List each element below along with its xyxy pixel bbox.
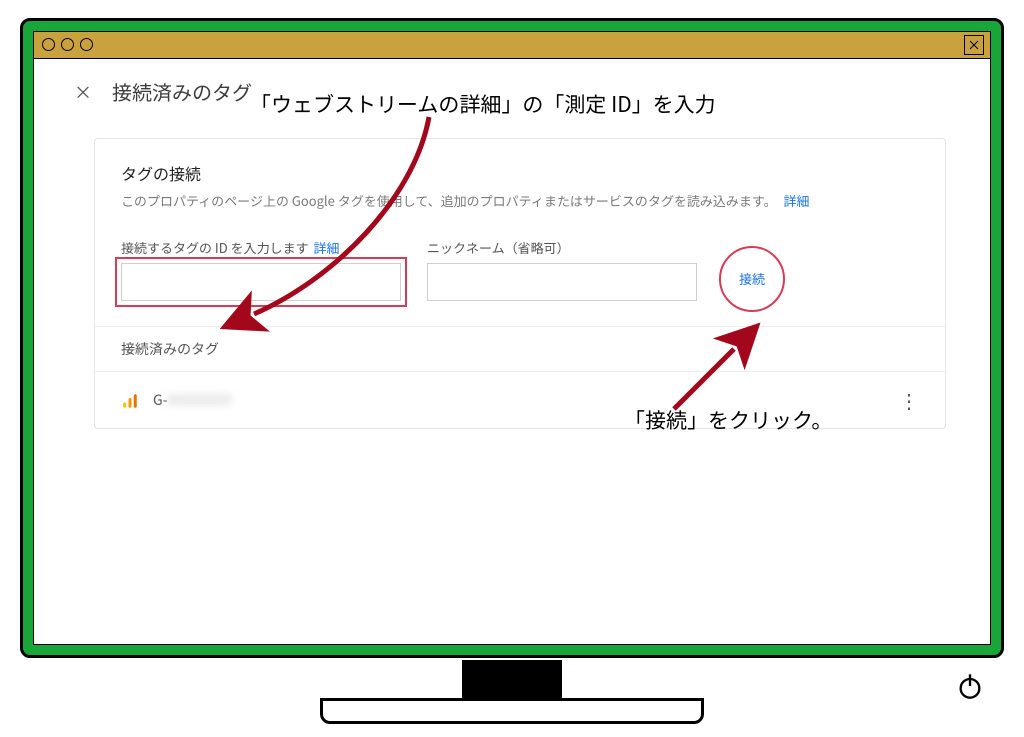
nickname-input[interactable]: [427, 263, 697, 301]
panel-close-button[interactable]: ×: [74, 79, 92, 105]
traffic-lights: [42, 38, 93, 51]
window-dot: [80, 38, 93, 51]
window-content: 「ウェブストリームの詳細」の「測定 ID」を入力 × 接続済みのタグ タグの接続…: [34, 59, 990, 645]
tag-id-label-text: 接続するタグの ID を入力します: [121, 238, 309, 257]
annotation-top: 「ウェブストリームの詳細」の「測定 ID」を入力: [250, 89, 716, 119]
kebab-menu-icon[interactable]: ⋮: [899, 390, 919, 410]
window-dot: [42, 38, 55, 51]
power-icon: [956, 672, 984, 700]
form-row: 接続するタグの ID を入力します 詳細 ニックネーム（省略可）: [121, 238, 919, 308]
annotation-right: 「接続」をクリック。: [624, 405, 832, 435]
tag-id-label-link[interactable]: 詳細: [314, 238, 340, 257]
section-description-link[interactable]: 詳細: [784, 191, 810, 210]
section-description: このプロパティのページ上の Google タグを使用して、追加のプロパティまたは…: [121, 191, 919, 212]
app-window: 「ウェブストリームの詳細」の「測定 ID」を入力 × 接続済みのタグ タグの接続…: [33, 31, 991, 645]
tag-id-blurred: XXXXXXXX: [167, 390, 231, 410]
tag-id-input[interactable]: [121, 263, 401, 301]
window-dot: [61, 38, 74, 51]
tag-id-prefix: G-: [153, 390, 167, 410]
settings-card: タグの接続 このプロパティのページ上の Google タグを使用して、追加のプロ…: [94, 138, 946, 429]
section-title: タグの接続: [121, 161, 919, 185]
connect-button[interactable]: 接続: [723, 250, 781, 308]
monitor-frame: 「ウェブストリームの詳細」の「測定 ID」を入力 × 接続済みのタグ タグの接続…: [20, 18, 1004, 658]
monitor-stand-neck: [462, 660, 562, 700]
window-close-button[interactable]: [964, 35, 984, 55]
panel-title: 接続済みのタグ: [112, 77, 252, 106]
section-description-text: このプロパティのページ上の Google タグを使用して、追加のプロパティまたは…: [121, 191, 777, 210]
window-title-bar: [34, 32, 990, 59]
connected-tags-header: 接続済みのタグ: [95, 326, 945, 372]
nickname-label: ニックネーム（省略可）: [427, 238, 697, 257]
connected-tag-id: G-XXXXXXXX: [153, 390, 231, 410]
tag-id-label: 接続するタグの ID を入力します 詳細: [121, 238, 401, 257]
tag-id-field: 接続するタグの ID を入力します 詳細: [121, 238, 401, 301]
connect-button-label: 接続: [739, 269, 765, 288]
analytics-icon: [121, 391, 139, 409]
nickname-field: ニックネーム（省略可）: [427, 238, 697, 301]
monitor-stand-base: [320, 698, 704, 724]
